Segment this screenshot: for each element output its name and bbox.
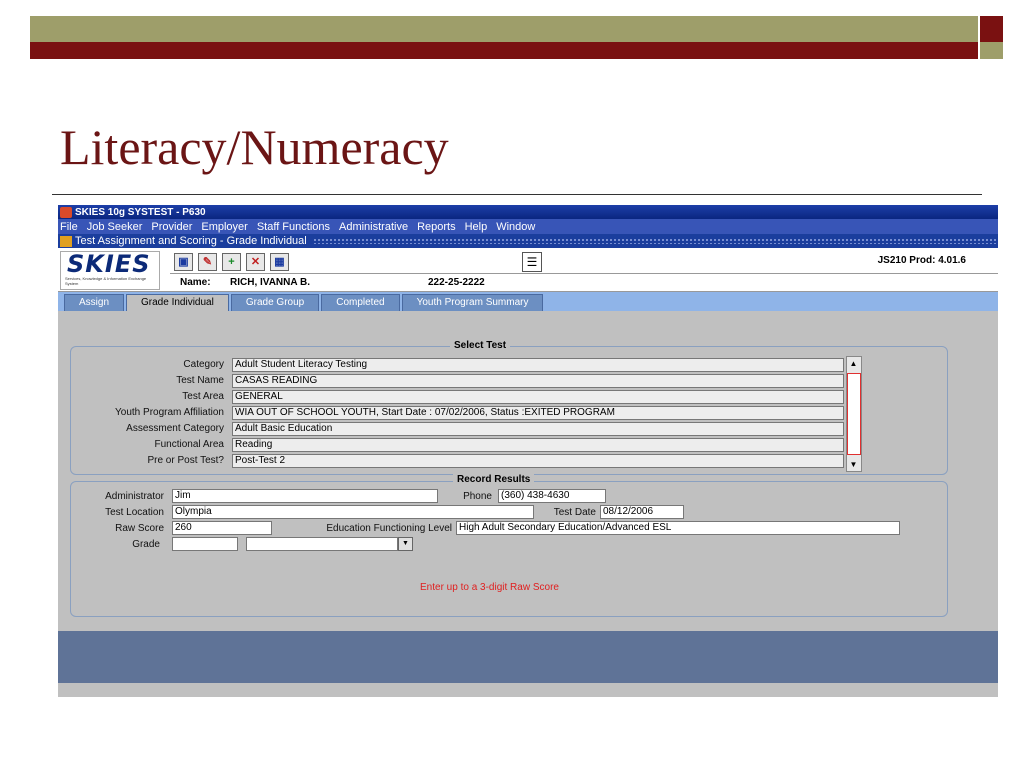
titlebar-pattern	[312, 238, 998, 244]
skies-logo: SKIES Services, Knowledge & Information …	[60, 251, 160, 290]
grade-select[interactable]	[246, 537, 398, 551]
phone-label: Phone	[463, 491, 492, 502]
test-name-label: Test Name	[176, 375, 224, 386]
add-icon[interactable]: +	[222, 253, 241, 271]
menu-provider[interactable]: Provider	[151, 221, 192, 233]
tab-grade-group[interactable]: Grade Group	[230, 294, 320, 311]
test-area-label: Test Area	[182, 391, 224, 402]
app-window: SKIES 10g SYSTEST - P630 File Job Seeker…	[58, 205, 998, 697]
scroll-down-icon[interactable]: ▼	[848, 459, 859, 470]
menu-employer[interactable]: Employer	[201, 221, 247, 233]
assessment-category-label: Assessment Category	[126, 423, 224, 434]
menu-administrative[interactable]: Administrative	[339, 221, 408, 233]
menu-staff-functions[interactable]: Staff Functions	[257, 221, 330, 233]
test-area-field[interactable]: GENERAL	[232, 390, 844, 404]
grade-label: Grade	[132, 539, 160, 550]
test-location-field[interactable]: Olympia	[172, 505, 534, 519]
slide-corner-square	[980, 16, 1003, 42]
assessment-category-field[interactable]: Adult Basic Education	[232, 422, 844, 436]
participant-ssn: 222-25-2222	[428, 277, 485, 288]
chevron-down-icon[interactable]: ▼	[398, 537, 413, 551]
menu-reports[interactable]: Reports	[417, 221, 456, 233]
grade-field[interactable]	[172, 537, 238, 551]
menu-job-seeker[interactable]: Job Seeker	[87, 221, 143, 233]
record-results-legend: Record Results	[453, 474, 535, 485]
pre-post-label: Pre or Post Test?	[147, 455, 224, 466]
scroll-up-icon[interactable]: ▲	[848, 358, 859, 369]
notes-icon[interactable]: ☰	[522, 252, 542, 272]
test-name-field[interactable]: CASAS READING	[232, 374, 844, 388]
tab-strip: Assign Grade Individual Grade Group Comp…	[58, 292, 998, 311]
slide-top-bar	[30, 16, 978, 42]
bottom-band	[58, 631, 998, 683]
tab-completed[interactable]: Completed	[321, 294, 400, 311]
toolbar: SKIES Services, Knowledge & Information …	[58, 248, 998, 292]
form-titlebar: Test Assignment and Scoring - Grade Indi…	[58, 234, 998, 248]
toolbar-divider	[170, 273, 998, 274]
phone-field[interactable]: (360) 438-4630	[498, 489, 606, 503]
administrator-label: Administrator	[105, 491, 164, 502]
participant-name: RICH, IVANNA B.	[230, 277, 310, 288]
version-label: JS210 Prod: 4.01.6	[877, 255, 966, 266]
menu-bar: File Job Seeker Provider Employer Staff …	[58, 219, 998, 234]
menu-window[interactable]: Window	[496, 221, 535, 233]
test-date-field[interactable]: 08/12/2006	[600, 505, 684, 519]
raw-score-field[interactable]: 260	[172, 521, 272, 535]
form-content: Select Test Category Adult Student Liter…	[58, 311, 998, 631]
functional-area-label: Functional Area	[154, 439, 225, 450]
book-icon[interactable]: ▣	[174, 253, 193, 271]
window-title: SKIES 10g SYSTEST - P630	[75, 206, 206, 218]
slide-corner-square-lower	[980, 42, 1003, 59]
test-location-label: Test Location	[105, 507, 164, 518]
test-date-label: Test Date	[553, 507, 596, 518]
select-test-legend: Select Test	[450, 340, 511, 351]
menu-file[interactable]: File	[60, 221, 78, 233]
raw-score-label: Raw Score	[115, 523, 164, 534]
functional-area-field[interactable]: Reading	[232, 438, 844, 452]
category-label: Category	[183, 359, 224, 370]
youth-affiliation-field[interactable]: WIA OUT OF SCHOOL YOUTH, Start Date : 07…	[232, 406, 844, 420]
tab-assign[interactable]: Assign	[64, 294, 125, 311]
pen-icon[interactable]: ✎	[198, 253, 217, 271]
form-icon	[60, 235, 72, 247]
app-icon	[60, 206, 72, 218]
menu-help[interactable]: Help	[465, 221, 488, 233]
slide-accent-bar	[30, 42, 978, 59]
efl-field[interactable]: High Adult Secondary Education/Advanced …	[456, 521, 900, 535]
administrator-field[interactable]: Jim	[172, 489, 438, 503]
delete-icon[interactable]: ✕	[246, 253, 265, 271]
form-title: Test Assignment and Scoring - Grade Indi…	[75, 235, 307, 247]
tab-youth-program-summary[interactable]: Youth Program Summary	[401, 294, 544, 311]
validation-message: Enter up to a 3-digit Raw Score	[420, 582, 559, 593]
save-icon[interactable]: ▦	[270, 253, 289, 271]
scroll-thumb[interactable]	[847, 373, 861, 455]
pre-post-field[interactable]: Post-Test 2	[232, 454, 844, 468]
tab-grade-individual[interactable]: Grade Individual	[126, 294, 229, 311]
category-field[interactable]: Adult Student Literacy Testing	[232, 358, 844, 372]
name-label: Name:	[180, 277, 211, 288]
window-titlebar: SKIES 10g SYSTEST - P630	[58, 205, 998, 219]
slide-title: Literacy/Numeracy	[60, 119, 449, 175]
youth-affiliation-label: Youth Program Affiliation	[115, 407, 224, 418]
title-divider	[52, 194, 982, 195]
test-list-scrollbar[interactable]: ▲ ▼	[846, 356, 862, 472]
efl-label: Education Functioning Level	[326, 523, 452, 534]
